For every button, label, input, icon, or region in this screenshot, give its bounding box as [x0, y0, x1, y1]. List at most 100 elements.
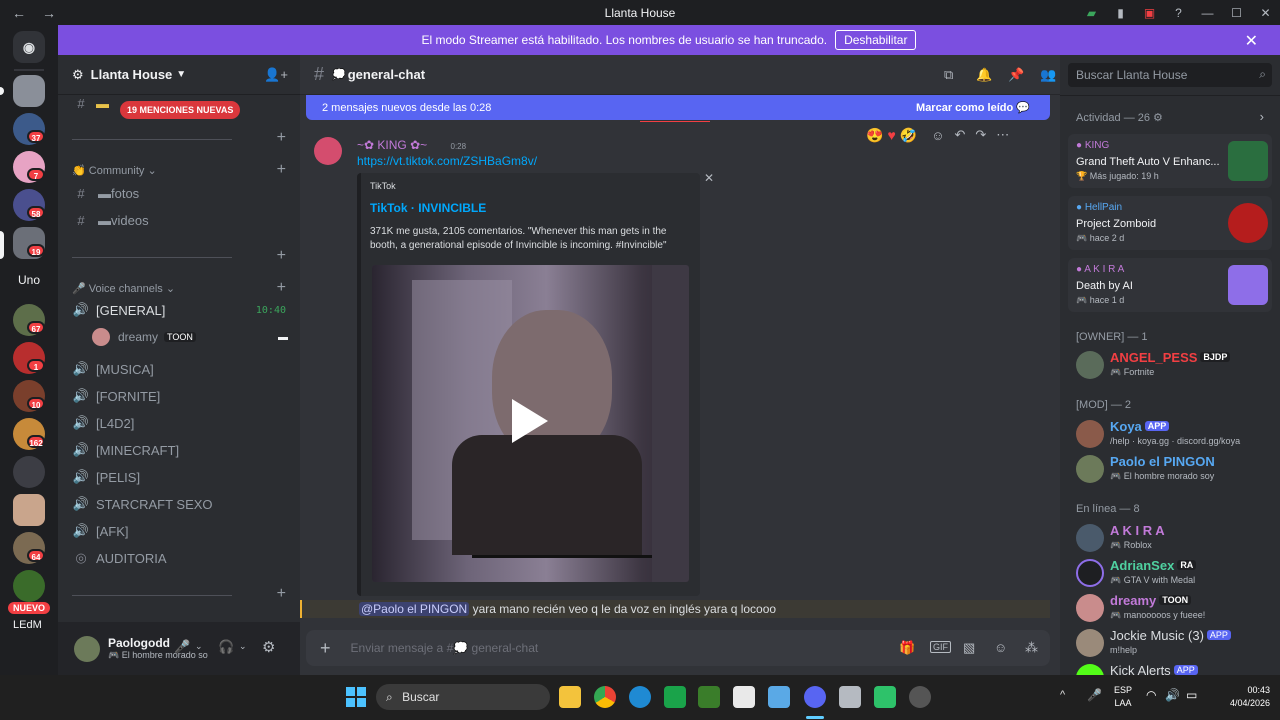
embed-video[interactable] [372, 265, 689, 582]
gift-icon[interactable]: 🎁 [899, 640, 915, 656]
store-icon[interactable] [733, 686, 755, 708]
category-voice[interactable]: 🎤 Voice channels ⌄ [72, 282, 175, 295]
app-icon[interactable] [874, 686, 896, 708]
voice-channel[interactable]: 🔊 [FORNITE] [58, 384, 300, 408]
voice-channel[interactable]: 🔊 [MINECRAFT] [58, 438, 300, 462]
close-embed-icon[interactable]: ✕ [704, 171, 714, 185]
server-icon[interactable] [13, 75, 45, 107]
member-item[interactable]: Koya APP /help · koya.gg · discord.gg/koy… [1076, 418, 1272, 452]
sticker-icon[interactable]: ▧ [963, 640, 975, 656]
threads-icon[interactable]: ⧉ [944, 67, 953, 83]
voice-channel[interactable]: 🔊 [AFK] [58, 519, 300, 543]
add-channel-icon[interactable]: + [277, 247, 286, 265]
channel-videos[interactable]: # ▬ videos [58, 208, 300, 232]
mention[interactable]: @Paolo el PINGON [359, 602, 470, 616]
discord-home-icon[interactable]: ◉ [13, 31, 45, 63]
chrome-icon[interactable] [594, 686, 616, 708]
activity-card[interactable]: ● KING Grand Theft Auto V Enhanc... 🏆 Má… [1068, 134, 1272, 188]
chevron-up-icon[interactable]: ^ [1060, 689, 1065, 701]
minecraft-icon[interactable] [698, 686, 720, 708]
member-item[interactable]: Paolo el PINGON 🎮 El hombre morado soy [1076, 453, 1272, 487]
server-header[interactable]: ⚙ Llanta House ▼ 👤+ [58, 55, 300, 95]
help-icon[interactable]: ? [1164, 6, 1193, 20]
activity-header[interactable]: Actividad — 26 ⚙ [1076, 111, 1163, 124]
forward-icon[interactable]: ↷ [975, 127, 986, 143]
volume-icon[interactable]: 🔊 [1165, 688, 1180, 702]
stage-channel[interactable]: ◎ AUDITORIA [58, 546, 300, 570]
server-label-partial[interactable]: LEdM [13, 619, 42, 631]
app-icon[interactable] [839, 686, 861, 708]
reaction-laugh-icon[interactable]: 🤣 [900, 127, 917, 144]
microphone-tray-icon[interactable]: 🎤 [1087, 688, 1102, 702]
voice-channel-general[interactable]: 🔊 [GENERAL] 10:40 [58, 298, 300, 322]
settings-gear-icon[interactable]: ⚙ [262, 638, 275, 656]
add-channel-icon[interactable]: + [277, 129, 286, 147]
apps-icon[interactable]: ⁂ [1025, 640, 1038, 656]
message-author[interactable]: ~✿ KING ✿~ [357, 138, 427, 152]
activity-card[interactable]: ● A K I R A Death by AI 🎮 hace 1 d [1068, 258, 1272, 312]
members-list-icon[interactable]: 👥 [1040, 67, 1056, 83]
xbox-app-icon[interactable] [664, 686, 686, 708]
gif-icon[interactable]: GIF [930, 641, 951, 653]
discord-taskbar-icon[interactable] [804, 686, 826, 708]
forward-arrow-icon[interactable]: → [42, 5, 60, 21]
disable-streamer-button[interactable]: Deshabilitar [835, 30, 917, 50]
language-indicator[interactable]: ESP LAA [1114, 684, 1132, 710]
invite-people-icon[interactable]: 👤+ [264, 67, 288, 83]
attach-plus-icon[interactable]: + [320, 638, 331, 659]
file-explorer-icon[interactable] [559, 686, 581, 708]
emoji-icon[interactable]: ☺ [994, 640, 1007, 655]
app-icon[interactable] [909, 686, 931, 708]
new-mentions-pill[interactable]: 19 MENCIONES NUEVAS [120, 101, 241, 119]
voice-channel[interactable]: 🔊 STARCRAFT SEXO [58, 492, 300, 516]
add-channel-icon[interactable]: + [277, 585, 286, 603]
member-item[interactable]: AdrianSex RA 🎮 GTA V with Medal [1076, 557, 1272, 591]
member-item[interactable]: dreamy TOON 🎮 manooooos y fueee! [1076, 592, 1272, 626]
server-icon[interactable] [13, 456, 45, 488]
message-link[interactable]: https://vt.tiktok.com/ZSHBaGm8v/ [357, 154, 537, 168]
voice-channel[interactable]: 🔊 [PELIS] [58, 465, 300, 489]
activity-card[interactable]: ● HellPain Project Zomboid 🎮 hace 2 d [1068, 196, 1272, 250]
notification-bell-icon[interactable]: 🔔 [976, 67, 992, 83]
minimize-icon[interactable]: — [1193, 6, 1222, 20]
mark-as-read-button[interactable]: Marcar como leído 💬 [916, 101, 1030, 114]
windows-start-icon[interactable] [346, 687, 366, 707]
add-reaction-icon[interactable]: ☺ [931, 128, 944, 143]
close-window-icon[interactable]: ✕ [1251, 6, 1280, 20]
avatar[interactable] [74, 635, 100, 662]
taskbar-search[interactable]: ⌕ Buscar [376, 684, 550, 710]
channel-fotos[interactable]: # ▬ fotos [58, 181, 300, 205]
inbox-icon[interactable]: ▣ [1135, 6, 1164, 20]
server-icon[interactable] [13, 494, 45, 526]
avatar[interactable] [314, 137, 342, 165]
chevron-right-icon[interactable]: › [1260, 109, 1264, 124]
member-item[interactable]: Kick Alerts APP [1076, 662, 1272, 675]
more-options-icon[interactable]: ⋯ [996, 127, 1009, 143]
back-arrow-icon[interactable]: ← [12, 5, 30, 21]
battery-icon[interactable]: ▭ [1186, 688, 1197, 702]
microphone-icon[interactable]: 🎤 [174, 639, 190, 655]
member-item[interactable]: A K I R A 🎮 Roblox [1076, 522, 1272, 556]
edge-icon[interactable] [629, 686, 651, 708]
category-community[interactable]: 👏 Community ⌄ [72, 164, 157, 177]
voice-user[interactable]: dreamy TOON ▬ [92, 325, 288, 349]
add-channel-icon[interactable]: + [277, 279, 286, 297]
reaction-heart-icon[interactable]: ♥ [887, 127, 895, 143]
voice-channel[interactable]: 🔊 [L4D2] [58, 411, 300, 435]
reply-preview[interactable]: @Paolo el PINGON yara mano recién veo q … [300, 600, 1050, 618]
maximize-icon[interactable]: ☐ [1222, 6, 1251, 20]
voice-channel[interactable]: 🔊 [MUSICA] [58, 357, 300, 381]
add-channel-icon[interactable]: + [277, 161, 286, 179]
embed-title[interactable]: TikTok · INVINCIBLE [370, 201, 486, 215]
reaction-heart-eyes-icon[interactable]: 😍 [866, 127, 883, 144]
chevron-down-icon[interactable]: ⌄ [195, 641, 203, 652]
message-composer[interactable]: + Enviar mensaje a #💭 general-chat 🎁 GIF… [306, 630, 1050, 666]
clock[interactable]: 00:43 4/04/2026 [1230, 684, 1270, 710]
chevron-down-icon[interactable]: ⌄ [239, 641, 247, 652]
search-input[interactable]: Buscar Llanta House ⌕ [1068, 63, 1272, 87]
notepad-icon[interactable] [768, 686, 790, 708]
wifi-icon[interactable]: ◠ [1146, 688, 1156, 702]
reply-icon[interactable]: ↶ [954, 127, 965, 143]
close-banner-icon[interactable]: ✕ [1245, 31, 1258, 51]
member-item[interactable]: ANGEL_PESS BJDP 🎮 Fortnite [1076, 349, 1272, 383]
